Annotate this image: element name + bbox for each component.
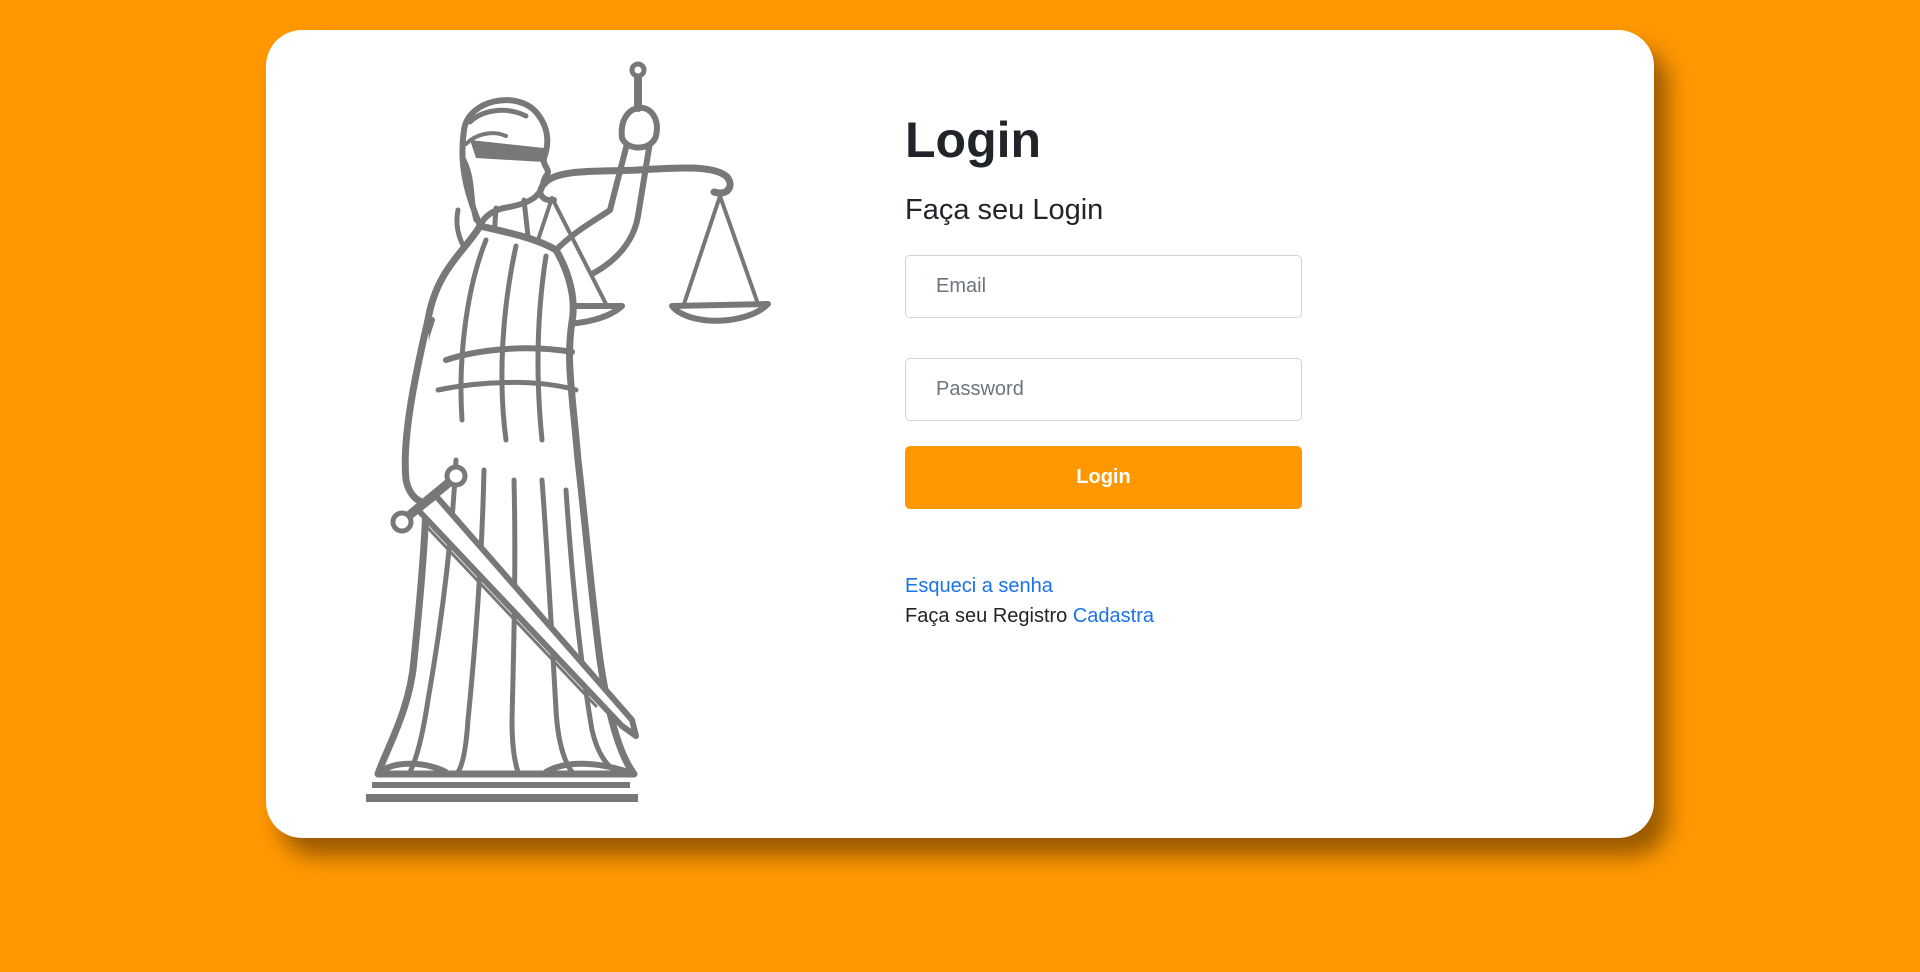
login-subtitle: Faça seu Login — [905, 194, 1104, 226]
forgot-password-link[interactable]: Esqueci a senha — [905, 575, 1053, 597]
register-link[interactable]: Cadastra — [1073, 605, 1154, 627]
email-input[interactable] — [905, 255, 1302, 318]
register-prompt-text: Faça seu Registro — [905, 605, 1073, 627]
login-form: Login Faça seu Login Login Esqueci a sen… — [905, 110, 1305, 631]
lady-justice-illustration — [366, 60, 966, 840]
password-input[interactable] — [905, 358, 1302, 421]
login-button[interactable]: Login — [905, 446, 1302, 509]
auth-links: Esqueci a senha Faça seu Registro Cadast… — [905, 571, 1305, 631]
page-title: Login — [905, 112, 1042, 168]
login-card: Login Faça seu Login Login Esqueci a sen… — [266, 30, 1654, 838]
